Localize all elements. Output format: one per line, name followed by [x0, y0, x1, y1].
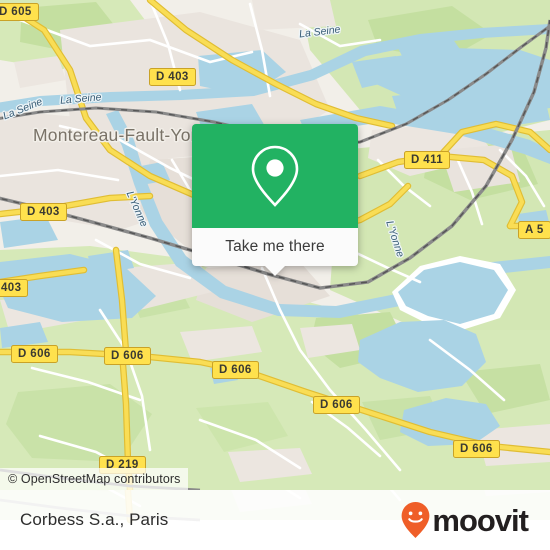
take-me-there-popup[interactable]: Take me there: [192, 124, 358, 276]
road-shield-a5: A 5: [518, 221, 550, 240]
attribution-text: © OpenStreetMap contributors: [8, 472, 181, 486]
road-shield-d403: D 403: [20, 203, 67, 222]
road-shield-d606: D 606: [104, 347, 151, 366]
road-shield-d605: D 605: [0, 3, 39, 22]
road-shield-d606: D 606: [11, 345, 58, 364]
moovit-pin-smiley-icon: [401, 502, 430, 538]
footer-bar: Corbess S.a., Paris moovit: [0, 490, 550, 550]
map-attribution[interactable]: © OpenStreetMap contributors: [0, 468, 188, 490]
popup-pointer-tail: [264, 265, 286, 276]
road-shield-d606: D 606: [212, 361, 259, 380]
moovit-brand[interactable]: moovit: [400, 501, 529, 539]
take-me-there-label: Take me there: [225, 238, 325, 255]
popup-icon-area: [192, 124, 358, 228]
road-shield-d411: D 411: [404, 151, 451, 170]
road-shield-d606: D 606: [453, 440, 500, 459]
moovit-map-screenshot: Montereau-Fault-Yonne La Seine La Seine …: [0, 0, 550, 550]
moovit-wordmark: moovit: [432, 502, 529, 538]
footer-place-name: Corbess S.a., Paris: [20, 510, 169, 529]
popup-action-bar[interactable]: Take me there: [192, 228, 358, 266]
map-pin-icon: [251, 145, 299, 207]
road-shield-403: 403: [0, 279, 29, 298]
road-shield-d606: D 606: [313, 396, 360, 415]
road-shield-d403: D 403: [149, 68, 196, 87]
